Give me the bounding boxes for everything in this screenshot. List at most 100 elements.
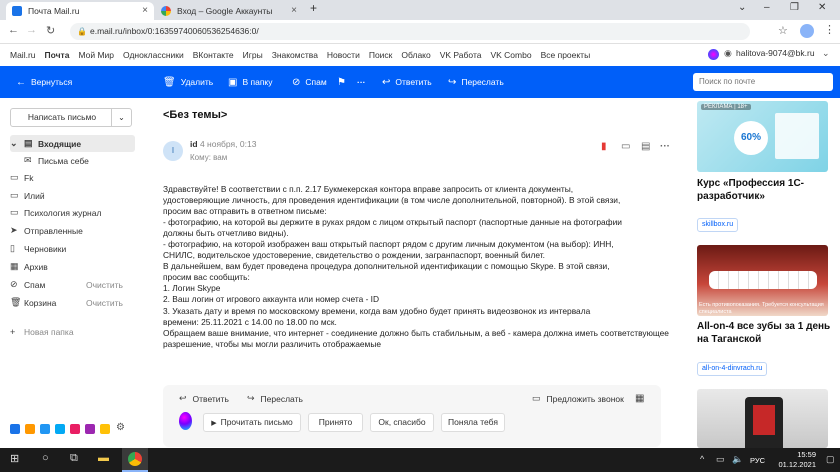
new-folder-button[interactable]: + Новая папка [10,323,135,340]
move-to-folder-button[interactable]: ▣ В папку [228,66,272,98]
ad1-image[interactable]: 60% [697,101,828,172]
ad1-link[interactable]: skillbox.ru [697,218,739,232]
tasks-app-icon[interactable] [55,424,65,434]
portal-link-vkwork[interactable]: VK Работа [440,50,482,60]
forward-icon[interactable]: → [26,24,37,36]
quick-reply-button[interactable]: ↩ Ответить [179,393,229,404]
more-button[interactable]: ··· [357,66,366,98]
menu-dots-icon[interactable]: ⋮ [824,23,835,36]
tray-chevron-icon[interactable]: ^ [700,454,704,464]
folder-sent[interactable]: ➤ Отправленные [10,222,135,239]
mail-search-input[interactable] [693,73,833,91]
close-icon[interactable]: × [291,5,297,16]
propose-call-button[interactable]: ▭ Предложить звонок [532,393,624,404]
sender-avatar[interactable]: I [163,141,183,161]
notification-icon[interactable]: ▢ [826,454,835,465]
folder-archive[interactable]: ▦ Архив [10,258,135,275]
quick-answer-thanks[interactable]: Ок, спасибо [370,413,434,432]
ad3-image[interactable] [697,389,828,448]
tab-search-icon[interactable]: ⌄ [738,2,746,13]
windows-start-icon[interactable]: ⊞ [10,452,19,465]
portal-link-ok[interactable]: Одноклассники [123,50,184,60]
new-tab-button[interactable]: + [310,1,317,15]
volume-icon[interactable]: 🔈 [732,454,743,465]
quick-answer-understood[interactable]: Поняла тебя [441,413,505,432]
portal-link-cloud[interactable]: Облако [401,50,430,60]
sender-name[interactable]: id [190,139,198,149]
network-icon[interactable]: ▭ [716,454,725,465]
forward-button[interactable]: ↪ Переслать [448,66,504,98]
ad1-title[interactable]: Курс «Профессия 1С-разработчик» [697,178,837,203]
folder-label: Входящие [38,138,82,149]
folder-drafts[interactable]: ▯ Черновики [10,240,135,257]
cloud-app-icon[interactable] [10,424,20,434]
portal-link-mail[interactable]: Почта [45,50,70,60]
compose-dropdown-chevron-icon[interactable]: ⌄ [111,109,131,126]
flag-button[interactable]: ⚑ [337,66,351,98]
portal-link-moimir[interactable]: Мой Мир [78,50,114,60]
games-app-icon[interactable] [85,424,95,434]
user-email[interactable]: halitova-9074@bk.ru [736,48,815,58]
clear-trash-button[interactable]: Очистить [86,298,123,308]
read-letter-button[interactable]: ▶ Прочитать письмо [203,413,301,432]
folder-inbox[interactable]: ⌄ ▤ Входящие [10,135,135,152]
portal-link-news[interactable]: Новости [327,50,360,60]
portal-link-search[interactable]: Поиск [369,50,393,60]
reload-icon[interactable]: ↻ [46,24,55,37]
compose-button[interactable]: Написать письмо [11,109,113,126]
folder-fk[interactable]: ▭ Fk [10,169,135,186]
contacts-app-icon[interactable] [40,424,50,434]
spam-button[interactable]: ⊘ Спам [292,66,327,98]
portal-link-games[interactable]: Игры [243,50,263,60]
minimize-icon[interactable]: – [764,2,770,13]
tab-mail[interactable]: Почта Mail.ru × [6,2,154,20]
url-field[interactable]: 🔒 e.mail.ru/inbox/0:16359740060536254636… [70,23,750,40]
ad2-image[interactable]: Есть противопоказания. Требуется консуль… [697,245,828,316]
bookmark-flag-icon[interactable]: ▮ [601,141,607,152]
quick-forward-button[interactable]: ↪ Переслать [247,393,303,404]
portal-link-allprojects[interactable]: Все проекты [541,50,591,60]
folder-label: Архив [24,261,48,272]
reply-button[interactable]: ↩ Ответить [382,66,432,98]
portal-link-dating[interactable]: Знакомства [272,50,318,60]
profile-avatar[interactable] [800,24,814,38]
system-clock[interactable]: 15:59 01.12.2021 [778,450,816,470]
mail-recipient[interactable]: Кому: вам [190,153,227,162]
settings-gear-icon[interactable]: ⚙ [116,422,125,433]
search-icon[interactable]: ○ [42,452,49,464]
portal-link-vkcombo[interactable]: VK Combo [490,50,531,60]
clear-spam-button[interactable]: Очистить [86,280,123,290]
folder-trash[interactable]: 🗑 Корзина Очистить [10,294,135,311]
assistant-icon[interactable] [708,49,719,60]
marusia-assistant-icon[interactable] [179,412,192,430]
folder-psychology[interactable]: ▭ Психология журнал [10,204,135,221]
bookmark-star-icon[interactable]: ☆ [778,24,788,37]
close-icon[interactable]: × [142,5,148,16]
delete-button[interactable]: 🗑 Удалить [163,66,213,98]
keyboard-language[interactable]: РУС [750,456,765,465]
calendar-app-icon[interactable] [25,424,35,434]
ad2-link[interactable]: all-on-4-dinvrach.ru [697,362,768,376]
file-explorer-icon[interactable]: ▬ [98,452,109,464]
tab-google[interactable]: Вход – Google Аккаунты × [155,2,303,20]
print-icon[interactable]: ▤ [641,141,650,152]
mail-more-icon[interactable]: ··· [660,141,670,152]
ad2-title[interactable]: All-on-4 все зубы за 1 день на Таганской [697,321,837,346]
quick-answer-accepted[interactable]: Принято [308,413,363,432]
bonus-app-icon[interactable] [100,424,110,434]
chrome-taskbar-button[interactable] [122,448,148,472]
back-icon[interactable]: ← [8,24,19,36]
window-close-icon[interactable]: ✕ [818,2,826,13]
notes-app-icon[interactable] [70,424,80,434]
task-view-icon[interactable]: ⧉ [70,452,78,465]
folder-iliy[interactable]: ▭ Илий [10,187,135,204]
portal-link-mailru[interactable]: Mail.ru [10,50,36,60]
portal-link-vk[interactable]: ВКонтакте [193,50,234,60]
folder-spam[interactable]: ⊘ Спам Очистить [10,276,135,293]
folder-self[interactable]: ✉ Письма себе [10,152,135,169]
video-call-icon[interactable]: ▭ [621,141,630,152]
calendar-icon[interactable]: ▦ [635,393,644,404]
user-menu-chevron-icon[interactable]: ⌄ [822,48,830,59]
back-button[interactable]: ← Вернуться [16,66,72,98]
maximize-icon[interactable]: ❐ [790,2,799,13]
